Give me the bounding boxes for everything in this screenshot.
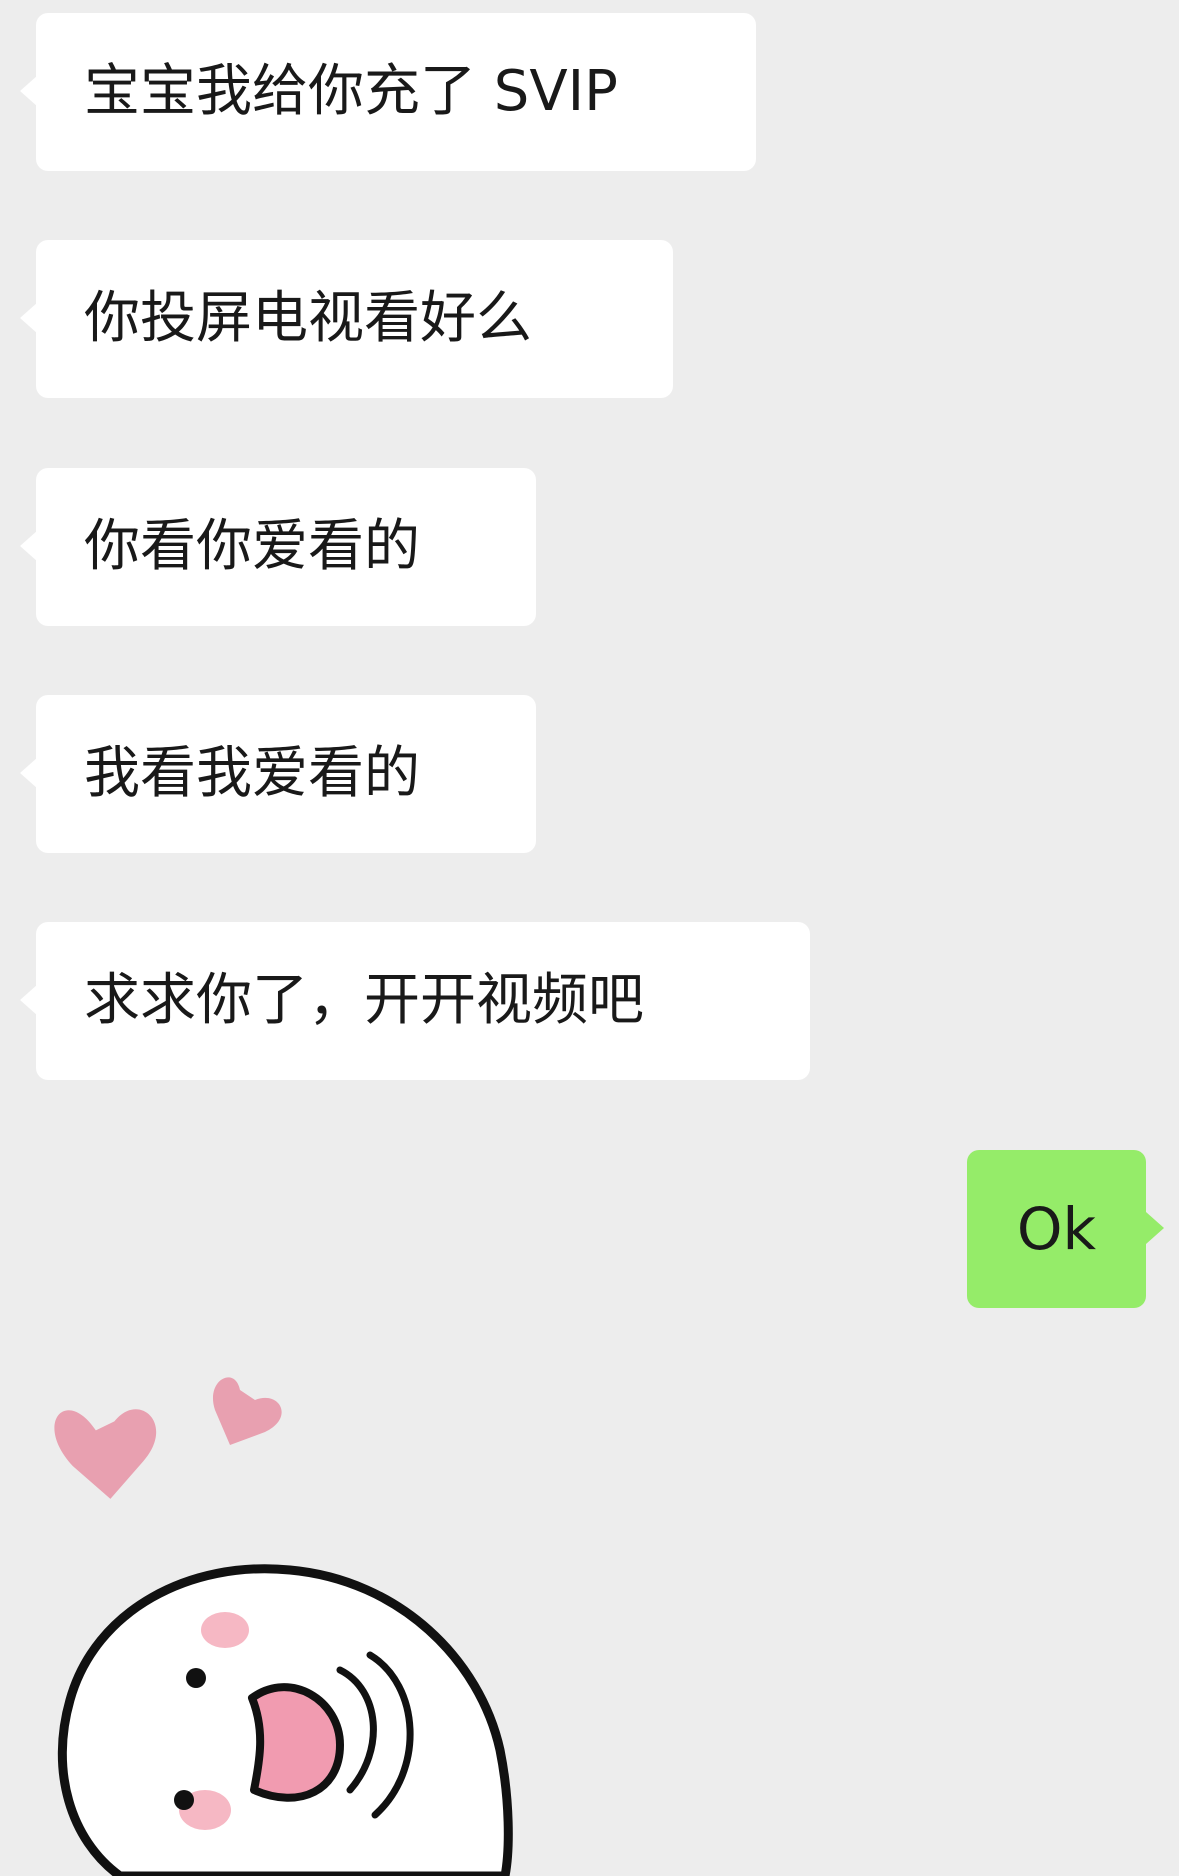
- message-text: 你投屏电视看好么: [84, 286, 532, 351]
- eye: [186, 1668, 206, 1688]
- message-text: 宝宝我给你充了 SVIP: [84, 59, 618, 124]
- message-text: 求求你了，开开视频吧: [84, 968, 644, 1033]
- message-text: 我看我爱看的: [84, 741, 420, 806]
- mouth: [248, 1683, 344, 1802]
- message-text: 你看你爱看的: [84, 514, 420, 579]
- message-text: Ok: [1016, 1195, 1097, 1263]
- happy-ghost-sticker-icon: [54, 1377, 513, 1876]
- heart-icon: [212, 1377, 282, 1445]
- chat-window: 宝宝我给你充了 SVIP 你投屏电视看好么 你看你爱看的 我看我爱看的 求求你了…: [0, 0, 1179, 1876]
- sticker-message[interactable]: [40, 1370, 560, 1876]
- incoming-message-bubble[interactable]: 你投屏电视看好么: [20, 240, 673, 398]
- blush: [201, 1612, 249, 1648]
- incoming-message-bubble[interactable]: 你看你爱看的: [20, 468, 536, 626]
- heart-icon: [54, 1409, 157, 1499]
- eye: [174, 1790, 194, 1810]
- incoming-message-bubble[interactable]: 宝宝我给你充了 SVIP: [20, 13, 756, 171]
- outgoing-message-bubble[interactable]: Ok: [967, 1150, 1164, 1308]
- incoming-message-bubble[interactable]: 我看我爱看的: [20, 695, 536, 853]
- incoming-message-bubble[interactable]: 求求你了，开开视频吧: [20, 922, 810, 1080]
